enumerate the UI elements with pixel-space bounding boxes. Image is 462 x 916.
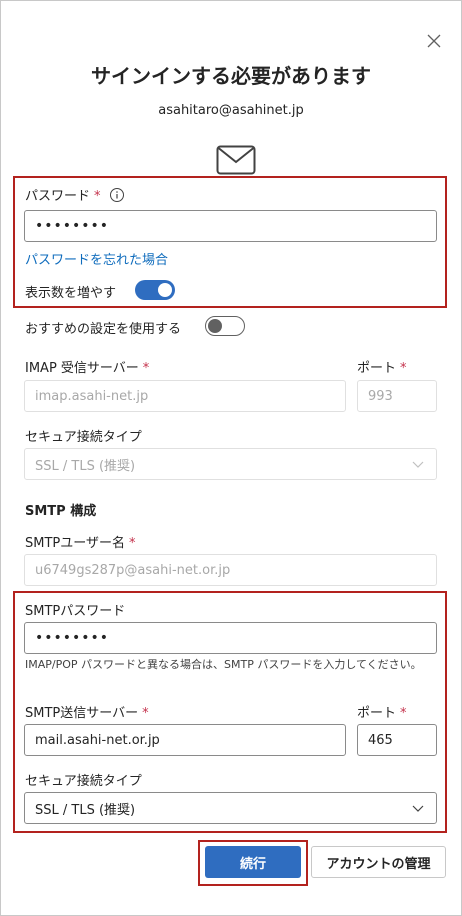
smtp-password-label: SMTPパスワード [25,604,126,619]
smtp-port-value: 465 [368,732,393,748]
imap-security-value: SSL / TLS (推奨) [35,458,136,474]
smtp-port-label: ポート * [357,702,407,721]
smtp-username-label: SMTPユーザー名 * [25,532,136,551]
smtp-security-value: SSL / TLS (推奨) [35,802,136,818]
smtp-port-input[interactable]: 465 [357,724,437,756]
required-mark: * [142,361,150,376]
imap-security-select[interactable]: SSL / TLS (推奨) [24,448,437,480]
imap-server-input[interactable]: imap.asahi-net.jp [24,380,346,412]
manage-account-button[interactable]: アカウントの管理 [311,846,446,878]
continue-button[interactable]: 続行 [205,846,301,878]
recommended-settings-toggle[interactable] [205,316,245,336]
smtp-port-label-text: ポート [357,706,397,721]
password-label-text: パスワード [25,189,91,204]
imap-server-label: IMAP 受信サーバー * [25,357,149,376]
chevron-down-icon [412,461,424,468]
imap-port-input[interactable]: 993 [357,380,437,412]
show-more-label: 表示数を増やす [25,286,117,301]
forgot-password-link[interactable]: パスワードを忘れた場合 [25,249,168,268]
required-mark: * [142,706,149,721]
chevron-down-icon [412,805,424,812]
toggle-knob [158,283,172,297]
info-icon[interactable] [109,187,125,203]
smtp-server-input[interactable]: mail.asahi-net.or.jp [24,724,346,756]
smtp-security-select[interactable]: SSL / TLS (推奨) [24,792,437,824]
smtp-password-input[interactable]: •••••••• [24,622,437,654]
toggle-knob [208,319,222,333]
required-mark: * [400,361,407,376]
required-mark: * [400,706,407,721]
required-mark: * [94,189,101,204]
smtp-password-value: •••••••• [35,630,110,646]
password-input[interactable]: •••••••• [24,210,437,242]
imap-server-label-text: IMAP 受信サーバー [25,361,139,376]
dialog-title: サインインする必要があります [91,64,371,88]
imap-server-value: imap.asahi-net.jp [35,388,149,404]
mail-icon [216,145,256,175]
imap-port-label: ポート * [357,357,407,376]
smtp-username-input[interactable]: u6749gs287p@asahi-net.or.jp [24,554,437,586]
smtp-username-label-text: SMTPユーザー名 [25,536,125,551]
smtp-security-label: セキュア接続タイプ [25,774,142,789]
account-email: asahitaro@asahinet.jp [158,103,304,118]
show-more-toggle[interactable] [135,280,175,300]
imap-port-value: 993 [368,388,393,404]
smtp-section-title: SMTP 構成 [25,504,97,519]
password-label: パスワード * [25,185,101,204]
recommended-settings-label: おすすめの設定を使用する [25,322,182,337]
password-value: •••••••• [35,218,110,234]
imap-port-label-text: ポート [357,361,397,376]
smtp-username-value: u6749gs287p@asahi-net.or.jp [35,562,231,578]
close-icon[interactable] [424,31,444,51]
smtp-password-hint: IMAP/POP パスワードと異なる場合は、SMTP パスワードを入力してくださ… [25,658,422,671]
smtp-server-label-text: SMTP送信サーバー [25,706,139,721]
smtp-server-label: SMTP送信サーバー * [25,702,149,721]
imap-security-label: セキュア接続タイプ [25,430,142,445]
required-mark: * [129,536,136,551]
smtp-server-value: mail.asahi-net.or.jp [35,732,160,748]
